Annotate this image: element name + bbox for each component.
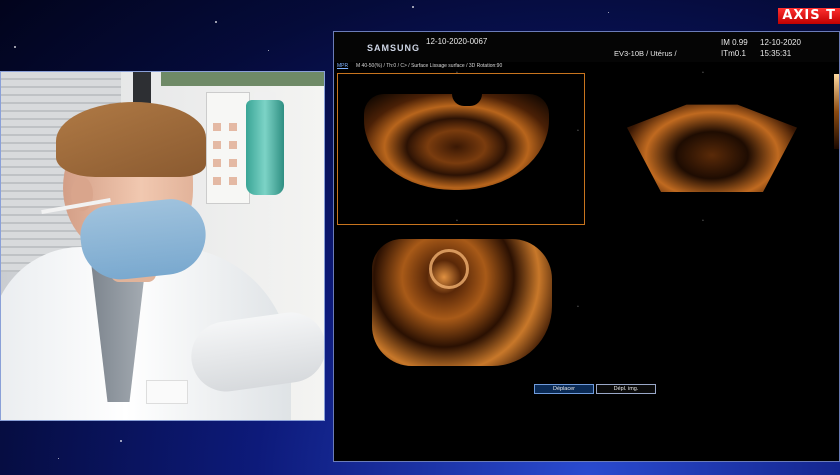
index-readout: IM 0.99 ITm0.1 [721, 37, 748, 59]
probe-label: EV3-10B / Utérus / [614, 49, 677, 58]
star [58, 458, 59, 459]
hair [56, 102, 206, 177]
wall-shelf [161, 72, 324, 86]
axis-tick: ▫ [456, 70, 458, 76]
ultrasound-screen: SAMSUNG 12-10-2020-0067 EV3-10B / Utérus… [333, 31, 840, 462]
channel-logo: AXIS T [778, 8, 840, 24]
star [14, 46, 16, 48]
mpr-mode-tag[interactable]: MPR [337, 63, 348, 69]
date-label: 12-10-2020 [760, 38, 801, 47]
axis-tick: ▫ [577, 304, 579, 310]
sanitizer-bottle [246, 100, 284, 195]
mechanical-index: IM 0.99 [721, 38, 748, 47]
star [215, 21, 217, 23]
move-button[interactable]: Déplacer [534, 384, 594, 394]
star [268, 50, 269, 51]
transverse-view[interactable] [627, 104, 797, 192]
star [608, 12, 609, 13]
grayscale-bar [834, 74, 839, 149]
axis-tick: ▫ [702, 218, 704, 224]
axis-tick: ▫ [702, 70, 704, 76]
patient-id: 12-10-2020-0067 [426, 37, 488, 46]
datetime: 12-10-2020 15:35:31 [760, 37, 801, 59]
move-image-button[interactable]: Dépl. img. [596, 384, 656, 394]
scan-parameters: M 40-50(%) / Th:0 / C> / Surface Lissage… [356, 63, 503, 69]
name-badge [146, 380, 188, 404]
ultrasound-header: SAMSUNG 12-10-2020-0067 EV3-10B / Utérus… [334, 32, 839, 62]
thermal-index: ITm0.1 [721, 49, 746, 58]
star [412, 6, 414, 8]
wall-poster [206, 92, 250, 204]
axis-tick: ▫ [456, 218, 458, 224]
axis-tick: ▫ [577, 128, 579, 134]
camera-feed [0, 71, 325, 421]
star [120, 440, 122, 442]
brand-label: SAMSUNG [367, 43, 421, 53]
coronal-ring [429, 249, 469, 289]
time-label: 15:35:31 [760, 49, 792, 58]
